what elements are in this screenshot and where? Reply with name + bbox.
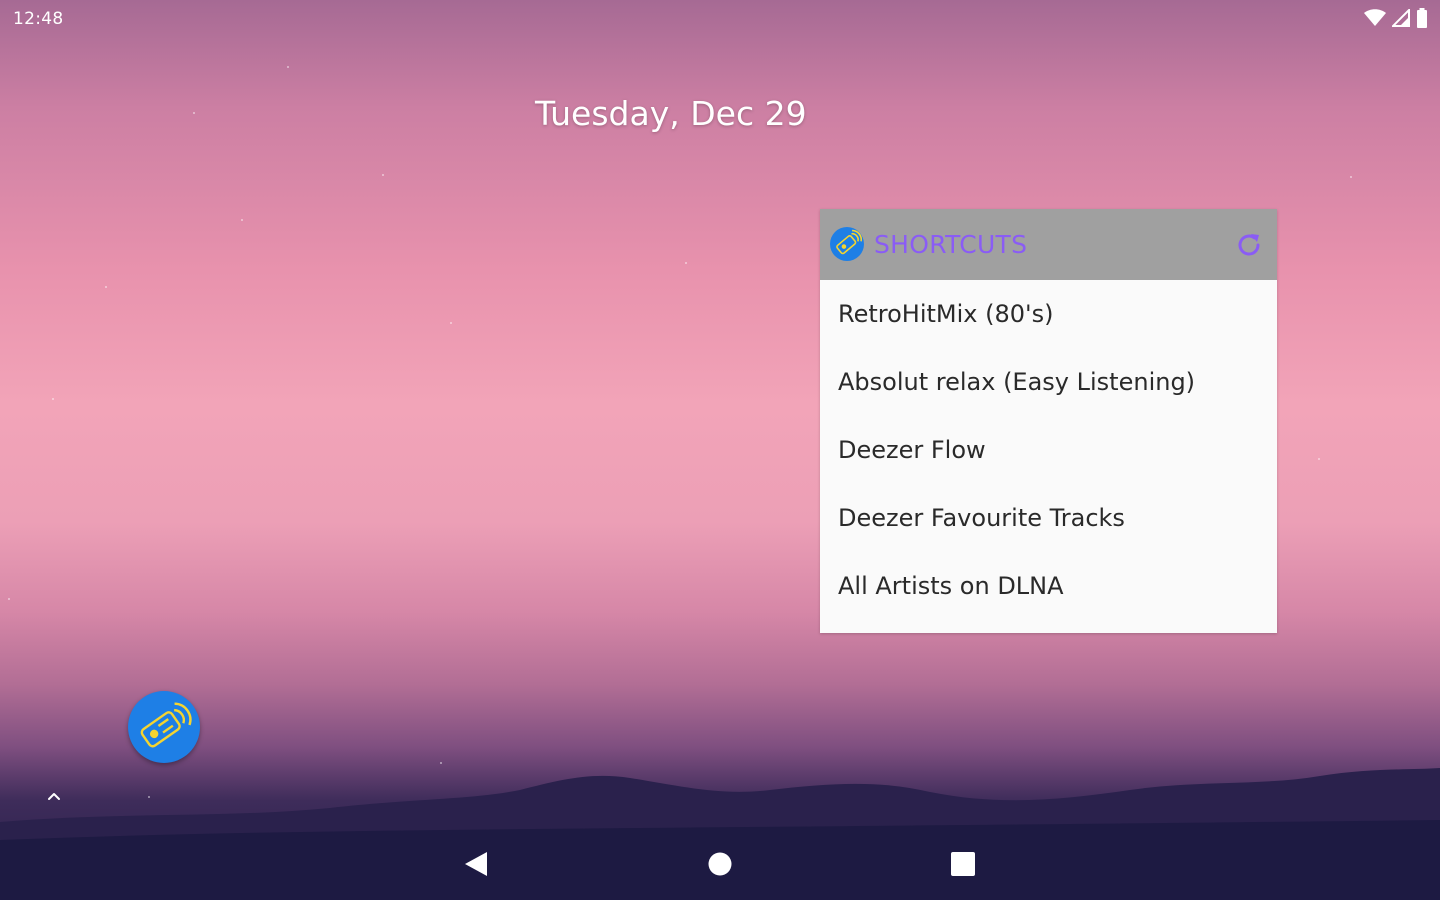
shortcut-item[interactable]: Deezer Flow	[820, 416, 1277, 484]
status-time: 12:48	[13, 9, 64, 29]
shortcut-item[interactable]: Deezer Favourite Tracks	[820, 484, 1277, 552]
home-screen: 12:48 Tuesday, Dec 29 SHORTCUTS RetroHit…	[0, 0, 1440, 900]
refresh-icon[interactable]	[1234, 230, 1264, 260]
status-icons	[1364, 8, 1428, 28]
remote-app-icon[interactable]	[830, 227, 864, 261]
navigation-bar	[0, 828, 1440, 900]
shortcut-list: RetroHitMix (80's) Absolut relax (Easy L…	[820, 280, 1277, 620]
wifi-icon	[1364, 9, 1386, 26]
home-icon[interactable]	[702, 846, 738, 882]
recents-icon[interactable]	[945, 846, 981, 882]
widget-header: SHORTCUTS	[820, 209, 1277, 280]
shortcut-item[interactable]: All Artists on DLNA	[820, 552, 1277, 620]
chevron-up-icon[interactable]	[44, 788, 64, 804]
cell-signal-icon	[1392, 9, 1410, 27]
status-bar: 12:48	[0, 0, 1440, 38]
back-icon[interactable]	[458, 846, 494, 882]
remote-app-icon	[140, 702, 192, 748]
battery-icon	[1417, 8, 1427, 28]
widget-title: SHORTCUTS	[874, 230, 1028, 259]
date-label[interactable]: Tuesday, Dec 29	[535, 94, 807, 133]
shortcuts-widget: SHORTCUTS RetroHitMix (80's) Absolut rel…	[820, 209, 1277, 633]
shortcut-item[interactable]: RetroHitMix (80's)	[820, 280, 1277, 348]
shortcut-item[interactable]: Absolut relax (Easy Listening)	[820, 348, 1277, 416]
remote-app-launcher-icon[interactable]	[128, 691, 200, 763]
